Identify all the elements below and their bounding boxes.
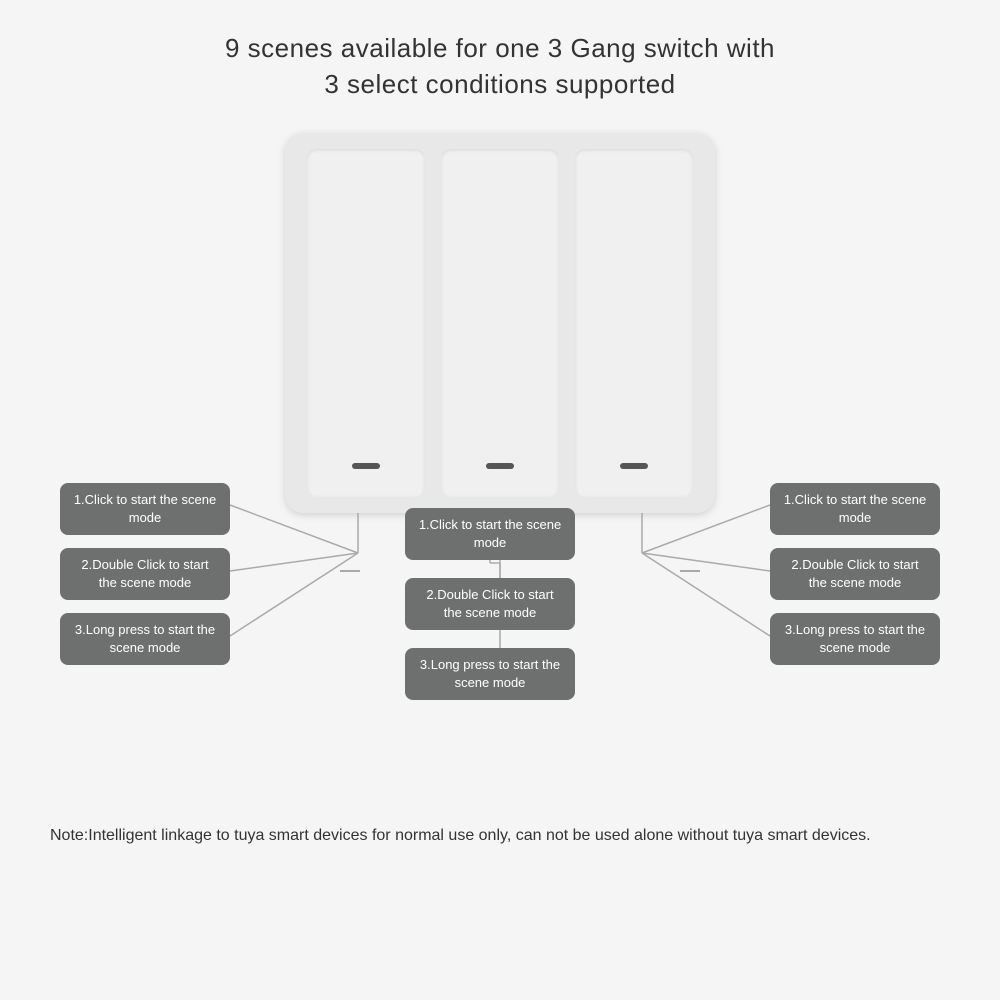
note-text: Note:Intelligent linkage to tuya smart d…	[50, 823, 950, 849]
label-center-1: 1.Click to start the scene mode	[405, 508, 575, 560]
label-center-2: 2.Double Click to start the scene mode	[405, 578, 575, 630]
label-right-1: 1.Click to start the scene mode	[770, 483, 940, 535]
label-center-3: 3.Long press to start the scene mode	[405, 648, 575, 700]
label-left-1: 1.Click to start the scene mode	[60, 483, 230, 535]
label-left-2: 2.Double Click to start the scene mode	[60, 548, 230, 600]
switch-indicator-left	[352, 463, 380, 469]
switch-button-center[interactable]	[441, 149, 559, 497]
label-left-3: 3.Long press to start the scene mode	[60, 613, 230, 665]
switch-button-left[interactable]	[307, 149, 425, 497]
page-title: 9 scenes available for one 3 Gang switch…	[225, 30, 775, 103]
switch-device	[285, 133, 715, 513]
page-container: 9 scenes available for one 3 Gang switch…	[0, 0, 1000, 1000]
diagram-area: 1.Click to start the scene mode 2.Double…	[50, 133, 950, 813]
switch-button-right[interactable]	[575, 149, 693, 497]
switch-indicator-right	[620, 463, 648, 469]
label-right-3: 3.Long press to start the scene mode	[770, 613, 940, 665]
switch-indicator-center	[486, 463, 514, 469]
label-right-2: 2.Double Click to start the scene mode	[770, 548, 940, 600]
